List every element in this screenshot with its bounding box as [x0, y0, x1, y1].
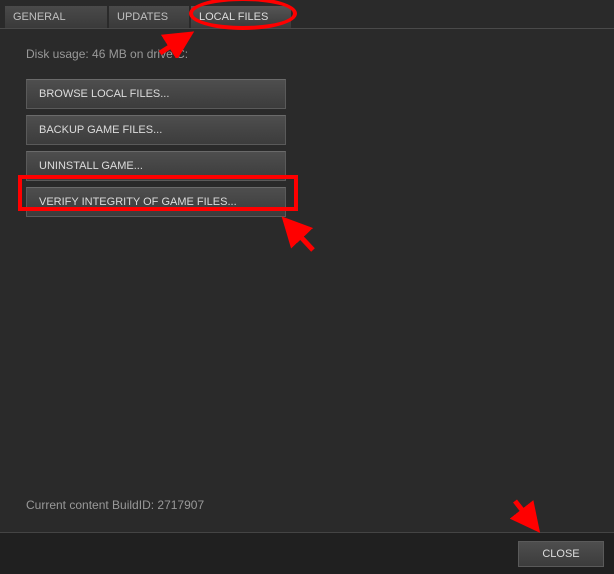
annotation-arrow-verify	[275, 212, 320, 257]
footer-bar: CLOSE	[0, 532, 614, 574]
tab-updates[interactable]: UPDATES	[109, 6, 189, 28]
tab-content: Disk usage: 46 MB on drive C: BROWSE LOC…	[0, 29, 614, 217]
browse-local-files-button[interactable]: BROWSE LOCAL FILES...	[26, 79, 286, 109]
verify-integrity-button[interactable]: VERIFY INTEGRITY OF GAME FILES...	[26, 187, 286, 217]
tab-general[interactable]: GENERAL	[5, 6, 107, 28]
uninstall-game-button[interactable]: UNINSTALL GAME...	[26, 151, 286, 181]
close-button[interactable]: CLOSE	[518, 541, 604, 567]
tabs-bar: GENERAL UPDATES LOCAL FILES	[0, 0, 614, 29]
build-id-label: Current content BuildID: 2717907	[26, 498, 204, 512]
disk-usage-label: Disk usage: 46 MB on drive C:	[26, 47, 588, 61]
tab-local-files[interactable]: LOCAL FILES	[191, 6, 291, 28]
backup-game-files-button[interactable]: BACKUP GAME FILES...	[26, 115, 286, 145]
